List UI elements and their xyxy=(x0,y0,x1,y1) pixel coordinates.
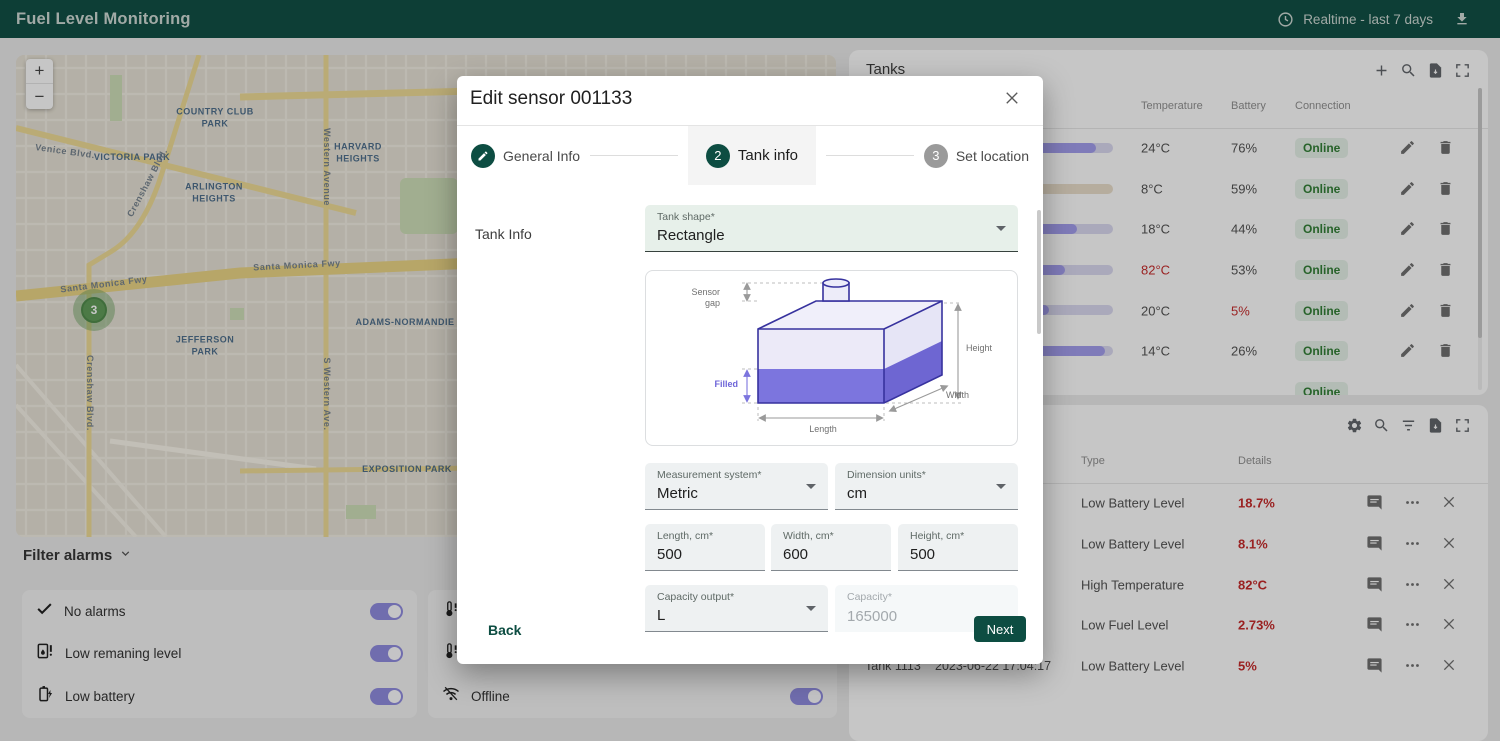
dropdown-caret-icon xyxy=(806,606,816,611)
diagram-height-label: Height xyxy=(966,343,992,354)
step-number: 2 xyxy=(706,144,730,168)
field-label: Dimension units* xyxy=(847,469,926,481)
field-value: 500 xyxy=(657,546,682,563)
field-value: 165000 xyxy=(847,608,897,625)
close-icon[interactable] xyxy=(1002,89,1022,109)
dialog-title: Edit sensor 001133 xyxy=(470,88,632,110)
field-label: Capacity output* xyxy=(657,591,734,603)
field-label: Width, cm* xyxy=(783,530,834,542)
wizard-stepper: General Info 2 Tank info 3 Set location xyxy=(457,126,1043,185)
section-label: Tank Info xyxy=(475,226,532,242)
dropdown-caret-icon xyxy=(806,484,816,489)
field-label: Measurement system* xyxy=(657,469,761,481)
width-field[interactable]: Width, cm* 600 xyxy=(771,524,891,571)
field-value: Metric xyxy=(657,485,698,502)
back-button[interactable]: Back xyxy=(488,622,521,638)
step-set-location[interactable]: 3 Set location xyxy=(924,144,1029,168)
modal-scrollbar[interactable] xyxy=(1037,210,1041,334)
field-value: 500 xyxy=(910,546,935,563)
tank-shape-select[interactable]: Tank shape* Rectangle xyxy=(645,205,1018,252)
dropdown-caret-icon xyxy=(996,226,1006,231)
field-value: 600 xyxy=(783,546,808,563)
height-field[interactable]: Height, cm* 500 xyxy=(898,524,1018,571)
field-label: Length, cm* xyxy=(657,530,713,542)
field-value: cm xyxy=(847,485,867,502)
diagram-filled-label: Filled xyxy=(702,379,738,390)
edit-sensor-dialog: Edit sensor 001133 General Info 2 Tank i… xyxy=(457,76,1043,664)
next-button[interactable]: Next xyxy=(974,616,1026,642)
app: Fuel Level Monitoring Realtime - last 7 … xyxy=(0,0,1500,741)
step-done-pencil-icon xyxy=(471,144,495,168)
field-label: Capacity* xyxy=(847,591,892,603)
dimension-units-select[interactable]: Dimension units* cm xyxy=(835,463,1018,510)
dropdown-caret-icon xyxy=(996,484,1006,489)
field-value: L xyxy=(657,607,665,624)
step-tank-info[interactable]: 2 Tank info xyxy=(688,126,816,185)
capacity-output-select[interactable]: Capacity output* L xyxy=(645,585,828,632)
step-number: 3 xyxy=(924,144,948,168)
length-field[interactable]: Length, cm* 500 xyxy=(645,524,765,571)
step-label: Set location xyxy=(956,148,1029,164)
step-label: General Info xyxy=(503,148,580,164)
measurement-system-select[interactable]: Measurement system* Metric xyxy=(645,463,828,510)
diagram-sensor-gap-label: Sensor gap xyxy=(680,287,720,309)
step-general-info[interactable]: General Info xyxy=(471,144,580,168)
field-value: Rectangle xyxy=(657,227,725,244)
field-label: Tank shape* xyxy=(657,211,715,223)
tank-diagram: Sensor gap Height Width Length Filled xyxy=(645,270,1018,446)
field-label: Height, cm* xyxy=(910,530,964,542)
diagram-width-label: Width xyxy=(946,390,969,401)
step-label: Tank info xyxy=(738,147,798,164)
diagram-length-label: Length xyxy=(791,424,855,435)
